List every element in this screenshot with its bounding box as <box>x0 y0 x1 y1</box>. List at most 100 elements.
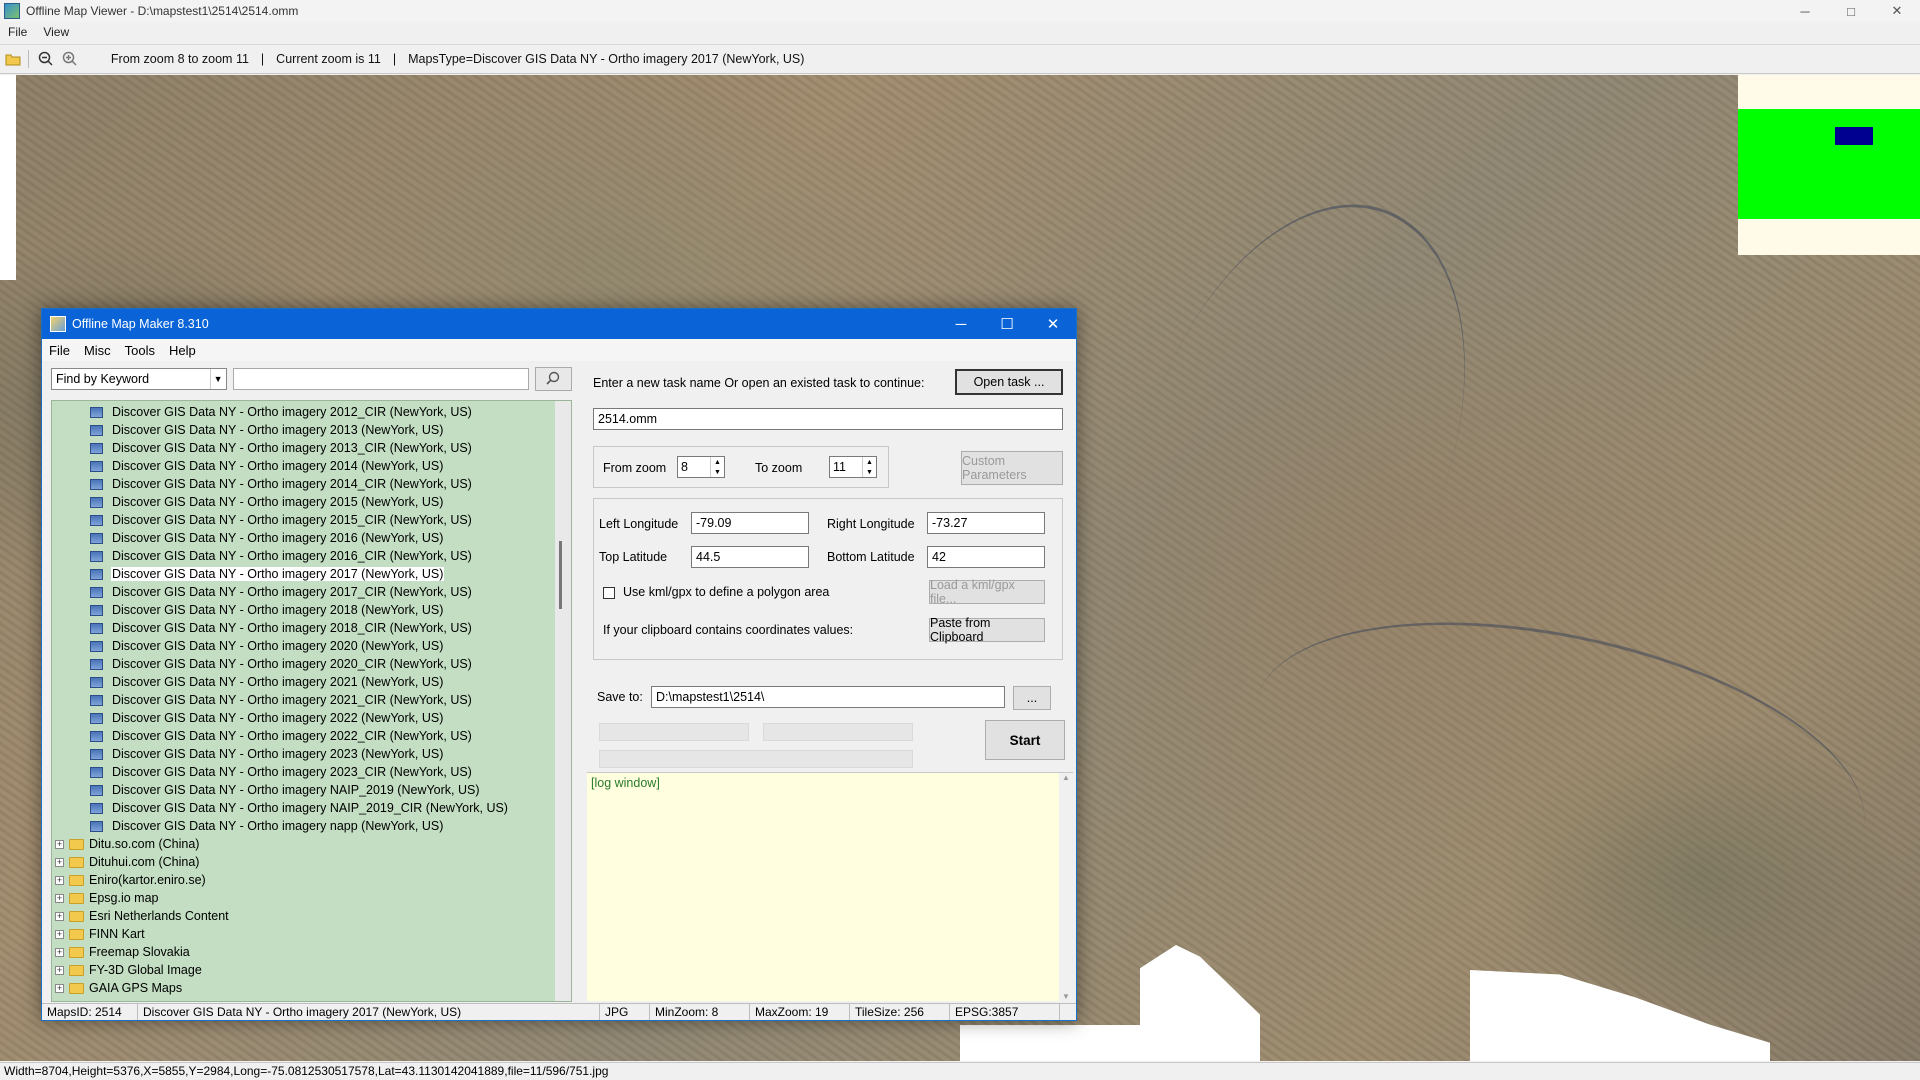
browse-button[interactable]: ... <box>1013 686 1051 710</box>
tree-map-item[interactable]: Discover GIS Data NY - Ortho imagery 202… <box>52 745 571 763</box>
paste-clipboard-button[interactable]: Paste from Clipboard <box>929 616 1045 644</box>
log-scrollbar[interactable]: ▲ ▼ <box>1059 773 1073 1001</box>
map-icon <box>90 640 103 652</box>
open-folder-icon[interactable] <box>2 48 24 70</box>
tree-map-item[interactable]: Discover GIS Data NY - Ortho imagery 202… <box>52 691 571 709</box>
tree-map-item[interactable]: Discover GIS Data NY - Ortho imagery nap… <box>52 817 571 835</box>
keyword-input[interactable] <box>232 368 529 390</box>
tree-map-item[interactable]: Discover GIS Data NY - Ortho imagery 202… <box>52 637 571 655</box>
tree-map-item[interactable]: Discover GIS Data NY - Ortho imagery 201… <box>52 421 571 439</box>
tree-map-item[interactable]: Discover GIS Data NY - Ortho imagery 201… <box>52 619 571 637</box>
map-icon <box>90 550 103 562</box>
from-zoom-value: 8 <box>681 460 688 474</box>
map-icon <box>90 532 103 544</box>
dialog-minimize-button[interactable]: ─ <box>938 309 984 339</box>
save-path-input[interactable]: D:\mapstest1\2514\ <box>651 686 1005 708</box>
expand-plus-icon[interactable]: + <box>55 965 64 975</box>
tree-map-item[interactable]: Discover GIS Data NY - Ortho imagery 202… <box>52 673 571 691</box>
expand-plus-icon[interactable]: + <box>55 929 64 939</box>
start-button[interactable]: Start <box>985 720 1065 760</box>
from-zoom-spinner[interactable]: 8 ▲ ▼ <box>677 456 725 478</box>
tree-folder-item[interactable]: + Epsg.io map <box>52 889 571 907</box>
tree-folder-label: Dituhui.com (China) <box>89 855 200 869</box>
close-button[interactable]: ✕ <box>1874 0 1920 22</box>
task-name-input[interactable]: 2514.omm <box>593 408 1063 430</box>
tree-folder-item[interactable]: + Ditu.so.com (China) <box>52 835 571 853</box>
tree-map-item[interactable]: Discover GIS Data NY - Ortho imagery 202… <box>52 763 571 781</box>
right-longitude-input[interactable]: -73.27 <box>927 512 1045 534</box>
open-task-button[interactable]: Open task ... <box>955 369 1063 395</box>
zoom-out-icon[interactable] <box>35 48 57 70</box>
dialog-close-button[interactable]: ✕ <box>1030 309 1076 339</box>
search-button[interactable] <box>534 367 572 391</box>
load-kml-button[interactable]: Load a kml/gpx file... <box>929 578 1045 606</box>
tree-map-item[interactable]: Discover GIS Data NY - Ortho imagery 201… <box>52 439 571 457</box>
tree-scroll-thumb[interactable] <box>559 541 562 609</box>
tree-map-item[interactable]: Discover GIS Data NY - Ortho imagery 201… <box>52 493 571 511</box>
tree-folder-item[interactable]: + FY-3D Global Image <box>52 961 571 979</box>
dialog-menu-misc[interactable]: Misc <box>77 343 118 358</box>
tree-map-item[interactable]: Discover GIS Data NY - Ortho imagery 201… <box>52 547 571 565</box>
dialog-menu-file[interactable]: File <box>42 343 77 358</box>
map-icon <box>90 820 103 832</box>
expand-plus-icon[interactable]: + <box>55 947 64 957</box>
dialog-menu-help[interactable]: Help <box>162 343 203 358</box>
bottom-latitude-input[interactable]: 42 <box>927 546 1045 568</box>
tree-folder-item[interactable]: + GAIA GPS Maps <box>52 979 571 997</box>
minimap-viewport[interactable] <box>1835 127 1873 145</box>
tree-folder-item[interactable]: + FINN Kart <box>52 925 571 943</box>
tree-map-item[interactable]: Discover GIS Data NY - Ortho imagery 201… <box>52 601 571 619</box>
log-window[interactable]: [log window] ▲ ▼ <box>587 772 1073 1001</box>
tree-map-item[interactable]: Discover GIS Data NY - Ortho imagery NAI… <box>52 781 571 799</box>
map-empty-area <box>0 75 16 280</box>
tree-map-item[interactable]: Discover GIS Data NY - Ortho imagery NAI… <box>52 799 571 817</box>
dialog-maximize-button[interactable]: ☐ <box>984 309 1030 339</box>
tree-folder-item[interactable]: + Esri Netherlands Content <box>52 907 571 925</box>
top-latitude-input[interactable]: 44.5 <box>691 546 809 568</box>
tree-map-item[interactable]: Discover GIS Data NY - Ortho imagery 201… <box>52 457 571 475</box>
right-longitude-label: Right Longitude <box>827 517 915 531</box>
tree-map-item[interactable]: Discover GIS Data NY - Ortho imagery 201… <box>52 565 571 583</box>
kml-polygon-checkbox[interactable] <box>603 587 615 599</box>
to-zoom-spinner[interactable]: 11 ▲ ▼ <box>829 456 877 478</box>
search-mode-select[interactable]: Find by Keyword ▼ <box>51 368 227 390</box>
expand-plus-icon[interactable]: + <box>55 857 64 867</box>
tree-scrollbar[interactable] <box>555 401 571 1001</box>
map-icon <box>90 478 103 490</box>
tree-map-item[interactable]: Discover GIS Data NY - Ortho imagery 201… <box>52 403 571 421</box>
tree-map-item[interactable]: Discover GIS Data NY - Ortho imagery 202… <box>52 709 571 727</box>
expand-plus-icon[interactable]: + <box>55 893 64 903</box>
tree-item-label: Discover GIS Data NY - Ortho imagery 201… <box>112 495 444 509</box>
minimize-button[interactable]: ─ <box>1782 0 1828 22</box>
tree-map-item[interactable]: Discover GIS Data NY - Ortho imagery 202… <box>52 727 571 745</box>
expand-plus-icon[interactable]: + <box>55 911 64 921</box>
menu-view[interactable]: View <box>35 25 77 39</box>
map-icon <box>90 784 103 796</box>
maximize-button[interactable]: □ <box>1828 0 1874 22</box>
left-longitude-input[interactable]: -79.09 <box>691 512 809 534</box>
min-zoom-status: MinZoom: 8 <box>650 1004 750 1020</box>
progress-bar-1 <box>599 723 749 741</box>
spin-arrows-icon[interactable]: ▲ ▼ <box>710 457 724 477</box>
chevron-down-icon[interactable]: ▼ <box>209 369 226 389</box>
expand-plus-icon[interactable]: + <box>55 839 64 849</box>
dialog-menu-tools[interactable]: Tools <box>118 343 162 358</box>
maps-tree[interactable]: Discover GIS Data NY - Ortho imagery 201… <box>51 400 572 1002</box>
tree-map-item[interactable]: Discover GIS Data NY - Ortho imagery 202… <box>52 655 571 673</box>
tree-item-label: Discover GIS Data NY - Ortho imagery 201… <box>112 513 472 527</box>
tree-map-item[interactable]: Discover GIS Data NY - Ortho imagery 201… <box>52 511 571 529</box>
tree-map-item[interactable]: Discover GIS Data NY - Ortho imagery 201… <box>52 529 571 547</box>
expand-plus-icon[interactable]: + <box>55 875 64 885</box>
tree-folder-item[interactable]: + Eniro(kartor.eniro.se) <box>52 871 571 889</box>
expand-plus-icon[interactable]: + <box>55 983 64 993</box>
custom-parameters-button[interactable]: Custom Parameters <box>961 451 1063 485</box>
progress-bar-2 <box>763 723 913 741</box>
zoom-in-icon[interactable] <box>59 48 81 70</box>
tree-map-item[interactable]: Discover GIS Data NY - Ortho imagery 201… <box>52 475 571 493</box>
spin-arrows-icon[interactable]: ▲ ▼ <box>862 457 876 477</box>
tree-map-item[interactable]: Discover GIS Data NY - Ortho imagery 201… <box>52 583 571 601</box>
tree-folder-item[interactable]: + Freemap Slovakia <box>52 943 571 961</box>
overview-minimap[interactable] <box>1738 75 1920 255</box>
tree-folder-item[interactable]: + Dituhui.com (China) <box>52 853 571 871</box>
menu-file[interactable]: File <box>0 25 35 39</box>
